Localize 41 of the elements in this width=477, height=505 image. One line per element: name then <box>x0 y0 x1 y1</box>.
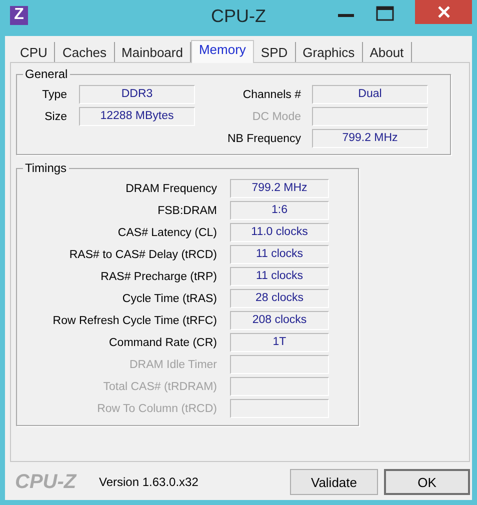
value-field: 11 clocks <box>230 267 329 286</box>
field-label: DC Mode <box>251 110 301 122</box>
field-label: Total CAS# (tRDRAM) <box>102 380 217 392</box>
group-title: Timings <box>24 161 68 175</box>
maximize-icon[interactable] <box>376 6 394 21</box>
close-icon <box>438 6 450 18</box>
field-label: DRAM Idle Timer <box>128 358 217 370</box>
field-label: Command Rate (CR) <box>108 336 217 348</box>
window-title: CPU-Z <box>210 6 267 27</box>
field-label: FSB:DRAM <box>156 204 217 216</box>
field-label: Row Refresh Cycle Time (tRFC) <box>52 314 217 326</box>
field-label: Cycle Time (tRAS) <box>121 292 217 304</box>
value-field: Dual <box>312 85 428 104</box>
value-field: 208 clocks <box>230 311 329 330</box>
value-field: 12288 MBytes <box>79 107 195 126</box>
field-label: RAS# to CAS# Delay (tRCD) <box>68 248 217 260</box>
minimize-icon[interactable] <box>338 14 354 18</box>
field-label: Size <box>44 110 67 122</box>
group-title: General <box>24 67 69 81</box>
value-field: 799.2 MHz <box>230 179 329 198</box>
field-label: Row To Column (tRCD) <box>96 402 217 414</box>
value-field: 1T <box>230 333 329 352</box>
dialog-button[interactable]: Validate <box>290 469 378 495</box>
value-field: 11.0 clocks <box>230 223 329 242</box>
field-label: Channels # <box>242 88 301 100</box>
field-label: Type <box>41 88 67 100</box>
close-button[interactable] <box>415 0 472 24</box>
logo: CPU-Z <box>15 470 78 494</box>
value-field: 28 clocks <box>230 289 329 308</box>
field-label: NB Frequency <box>226 132 301 144</box>
value-field: DDR3 <box>79 85 195 104</box>
app-icon: Z <box>10 6 28 24</box>
tab[interactable]: Memory <box>190 40 254 63</box>
dialog-button[interactable]: OK <box>384 469 470 495</box>
value-field: 799.2 MHz <box>312 129 428 148</box>
field-label: DRAM Frequency <box>124 182 217 194</box>
version-label: Version 1.63.0.x32 <box>99 475 198 489</box>
field-label: RAS# Precharge (tRP) <box>100 270 217 282</box>
value-field: 1:6 <box>230 201 329 220</box>
field-label: CAS# Latency (CL) <box>116 226 217 238</box>
value-field: 11 clocks <box>230 245 329 264</box>
